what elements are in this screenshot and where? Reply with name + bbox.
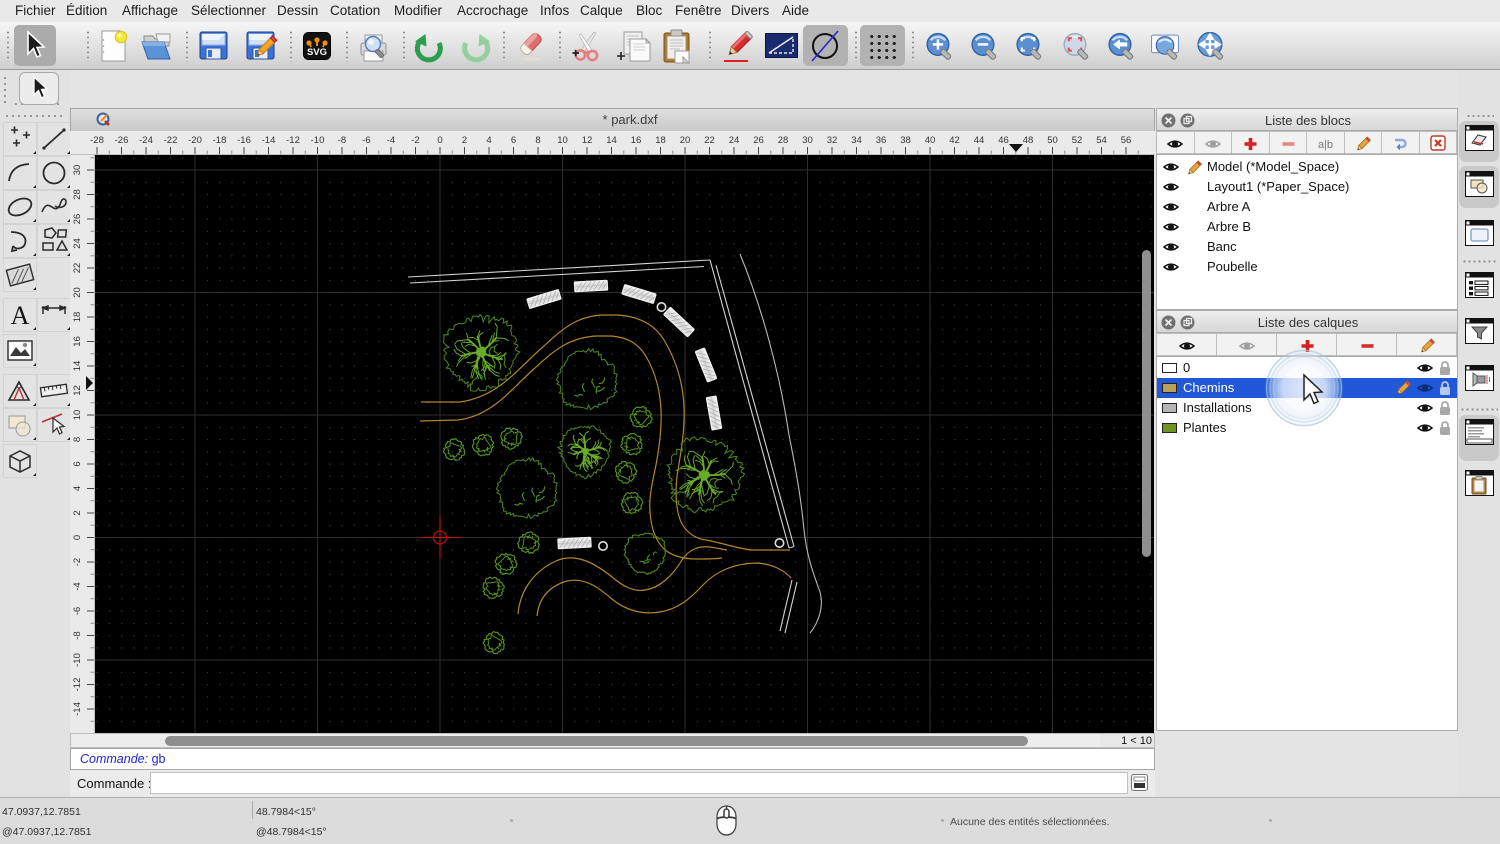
svg-text:12: 12 — [72, 385, 83, 396]
svg-text:0: 0 — [72, 535, 83, 540]
svg-text:30: 30 — [802, 135, 813, 146]
svg-text:42: 42 — [949, 135, 960, 146]
svg-text:12: 12 — [582, 135, 593, 146]
svg-text:38: 38 — [900, 135, 911, 146]
svg-text:8: 8 — [535, 135, 540, 146]
svg-text:6: 6 — [511, 135, 516, 146]
svg-text:36: 36 — [876, 135, 887, 146]
svg-text:50: 50 — [1047, 135, 1058, 146]
svg-text:18: 18 — [72, 312, 83, 323]
svg-text:32: 32 — [827, 135, 838, 146]
svg-text:24: 24 — [72, 238, 83, 249]
svg-text:-12: -12 — [286, 135, 300, 146]
svg-text:-8: -8 — [72, 631, 83, 639]
svg-text:-28: -28 — [90, 135, 104, 146]
svg-text:22: 22 — [72, 263, 83, 274]
svg-text:54: 54 — [1096, 135, 1107, 146]
svg-text:10: 10 — [72, 410, 83, 421]
svg-text:28: 28 — [72, 189, 83, 200]
svg-text:0: 0 — [437, 135, 442, 146]
svg-text:-8: -8 — [338, 135, 346, 146]
svg-text:46: 46 — [998, 135, 1009, 146]
svg-text:-6: -6 — [72, 607, 83, 615]
svg-text:SVG: SVG — [307, 47, 327, 58]
svg-text:-10: -10 — [311, 135, 325, 146]
svg-text:-22: -22 — [164, 135, 178, 146]
svg-text:-14: -14 — [72, 702, 83, 716]
svg-text:-2: -2 — [411, 135, 419, 146]
svg-text:52: 52 — [1072, 135, 1083, 146]
svg-text:14: 14 — [606, 135, 617, 146]
svg-text:26: 26 — [72, 214, 83, 225]
svg-text:48: 48 — [1023, 135, 1034, 146]
svg-text:4: 4 — [486, 135, 491, 146]
svg-text:16: 16 — [631, 135, 642, 146]
svg-text:24: 24 — [729, 135, 740, 146]
svg-text:18: 18 — [655, 135, 666, 146]
svg-text:22: 22 — [704, 135, 715, 146]
svg-text:a|b: a|b — [1318, 139, 1333, 151]
svg-text:8: 8 — [72, 437, 83, 442]
svg-text:-12: -12 — [72, 678, 83, 692]
svg-text:26: 26 — [753, 135, 764, 146]
svg-text:10: 10 — [557, 135, 568, 146]
svg-text:-4: -4 — [387, 135, 395, 146]
svg-text:34: 34 — [851, 135, 862, 146]
svg-text:-4: -4 — [72, 582, 83, 590]
svg-text:16: 16 — [72, 336, 83, 347]
svg-text:-6: -6 — [362, 135, 370, 146]
svg-text:4: 4 — [72, 486, 83, 491]
svg-text:28: 28 — [778, 135, 789, 146]
svg-text:20: 20 — [680, 135, 691, 146]
svg-text:-24: -24 — [139, 135, 153, 146]
svg-text:40: 40 — [925, 135, 936, 146]
svg-text:A: A — [11, 301, 30, 330]
svg-text:-14: -14 — [262, 135, 276, 146]
svg-text:-18: -18 — [213, 135, 227, 146]
svg-text:20: 20 — [72, 287, 83, 298]
svg-text:56: 56 — [1121, 135, 1132, 146]
svg-text:-10: -10 — [72, 653, 83, 667]
svg-text:6: 6 — [72, 461, 83, 466]
svg-text:-20: -20 — [188, 135, 202, 146]
svg-text:30: 30 — [72, 165, 83, 176]
svg-text:14: 14 — [72, 361, 83, 372]
svg-text:2: 2 — [72, 510, 83, 515]
svg-text:-26: -26 — [115, 135, 129, 146]
svg-text:2: 2 — [462, 135, 467, 146]
svg-text:-2: -2 — [72, 558, 83, 566]
svg-text:-16: -16 — [237, 135, 251, 146]
svg-text:44: 44 — [974, 135, 985, 146]
